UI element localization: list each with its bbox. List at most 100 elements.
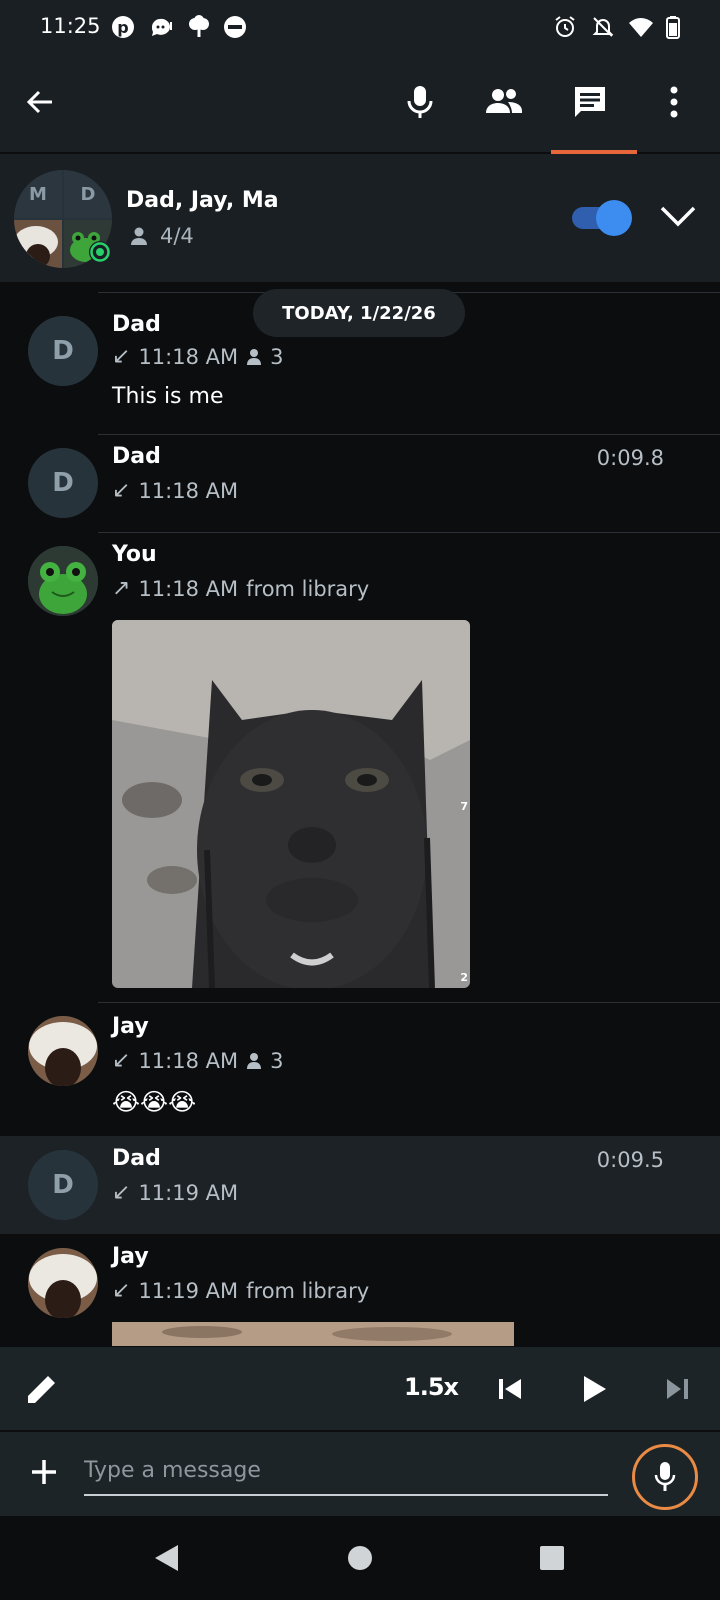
frog-avatar-icon — [28, 546, 98, 616]
avatar: D — [28, 316, 98, 386]
message-meta: ↗ 11:18 AM from library — [112, 576, 369, 601]
wifi-icon — [629, 18, 653, 37]
tree-icon — [189, 15, 209, 37]
conversation-toggle[interactable] — [572, 200, 632, 236]
jay-avatar-icon — [28, 1248, 98, 1318]
status-time: 11:25 — [40, 14, 101, 38]
message-input[interactable] — [84, 1450, 608, 1490]
tab-people[interactable] — [478, 76, 530, 128]
photo-attachment[interactable]: 7 2 — [112, 620, 470, 988]
pencil-icon — [28, 1376, 55, 1403]
message-meta: ↙ 11:19 AM from library — [112, 1278, 369, 1303]
add-attachment-icon[interactable] — [24, 1452, 64, 1492]
message-meta: ↙ 11:18 AM — [112, 478, 238, 503]
playback-bar: 1.5x — [0, 1346, 720, 1430]
do-not-disturb-icon — [224, 16, 246, 38]
photo-overlay-label: 7 — [460, 800, 468, 813]
people-icon — [486, 89, 522, 113]
microphone-icon — [654, 1462, 676, 1491]
playback-speed-button[interactable]: 1.5x — [404, 1373, 459, 1401]
avatar-initial-d: D — [64, 170, 112, 218]
conversation-header[interactable]: M D Dad, Jay, Ma 4/4 — [0, 154, 720, 282]
cat-photo-image — [112, 620, 470, 988]
skip-previous-icon — [499, 1379, 521, 1399]
message-item[interactable]: D Dad 0:09.5 ↙ 11:19 AM — [0, 1136, 720, 1234]
avatar — [28, 546, 98, 616]
message-time: 11:18 AM — [138, 576, 239, 601]
more-vert-icon — [670, 86, 678, 118]
avatar: D — [28, 1150, 98, 1220]
message-source: from library — [246, 1278, 370, 1303]
avatar: D — [28, 448, 98, 518]
play-icon — [584, 1376, 606, 1402]
outgoing-arrow-icon: ↗ — [112, 576, 131, 601]
message-time: 11:18 AM — [138, 344, 239, 369]
listener-count: 3 — [270, 1048, 284, 1073]
message-input-wrapper — [84, 1450, 608, 1496]
chevron-down-icon[interactable] — [656, 198, 700, 234]
person-icon — [131, 227, 147, 245]
message-time: 11:18 AM — [138, 1048, 239, 1073]
nav-recents-button[interactable] — [534, 1540, 570, 1576]
skip-previous-button[interactable] — [488, 1367, 532, 1411]
incoming-arrow-icon: ↙ — [112, 1048, 131, 1073]
member-count: 4/4 — [160, 224, 194, 248]
message-item[interactable]: Jay ↙ 11:19 AM from library — [0, 1234, 720, 1346]
message-sender: Dad — [112, 312, 161, 337]
nav-home-button[interactable] — [342, 1540, 378, 1576]
incoming-arrow-icon: ↙ — [112, 1278, 131, 1303]
avatar — [28, 1248, 98, 1318]
message-sender: You — [112, 542, 157, 567]
person-icon — [247, 1052, 262, 1069]
compose-bar — [0, 1432, 720, 1516]
microphone-icon — [407, 86, 433, 118]
avatar-initial-m: M — [14, 170, 62, 218]
bell-off-icon — [592, 17, 614, 37]
app-bar — [0, 54, 720, 152]
message-sender: Dad — [112, 1146, 161, 1171]
photo-attachment[interactable] — [112, 1322, 514, 1346]
jay-avatar-icon — [28, 1016, 98, 1086]
photo-preview-image — [112, 1322, 514, 1346]
message-sender: Jay — [112, 1244, 149, 1269]
chat-icon — [575, 87, 605, 117]
message-source: from library — [246, 576, 370, 601]
message-text: This is me — [112, 384, 224, 409]
tab-voice[interactable] — [394, 76, 446, 128]
incoming-arrow-icon: ↙ — [112, 478, 131, 503]
nav-recents-icon — [540, 1546, 564, 1570]
message-sender: Jay — [112, 1014, 149, 1039]
message-meta: ↙ 11:18 AM 3 — [112, 1048, 284, 1073]
message-item[interactable]: Jay ↙ 11:18 AM 3 😭😭😭 — [0, 1002, 720, 1134]
svg-text:p: p — [117, 18, 128, 37]
message-time: 11:19 AM — [138, 1180, 239, 1205]
skip-next-button[interactable] — [656, 1367, 700, 1411]
record-button[interactable] — [632, 1444, 698, 1510]
nav-back-button[interactable] — [148, 1540, 184, 1576]
incoming-arrow-icon: ↙ — [112, 344, 131, 369]
message-meta: ↙ 11:19 AM — [112, 1180, 238, 1205]
back-button[interactable] — [14, 76, 66, 128]
audio-duration: 0:09.8 — [596, 446, 664, 470]
pinterest-icon: p — [112, 16, 134, 38]
nav-back-icon — [155, 1545, 178, 1571]
tab-chat[interactable] — [564, 76, 616, 128]
message-meta: ↙ 11:18 AM 3 — [112, 344, 284, 369]
incoming-arrow-icon: ↙ — [112, 1180, 131, 1205]
photo-overlay-label: 2 — [460, 971, 468, 984]
back-arrow-icon — [26, 90, 52, 114]
message-time: 11:18 AM — [138, 478, 239, 503]
message-time: 11:19 AM — [138, 1278, 239, 1303]
battery-icon — [666, 16, 680, 39]
play-button[interactable] — [572, 1367, 616, 1411]
person-icon — [247, 348, 262, 365]
nav-home-icon — [348, 1546, 372, 1570]
message-item[interactable]: D Dad 0:09.8 ↙ 11:18 AM — [0, 434, 720, 532]
online-status-icon — [89, 241, 111, 263]
alarm-icon — [555, 16, 575, 37]
more-options-button[interactable] — [648, 76, 700, 128]
edit-button[interactable] — [20, 1367, 64, 1411]
date-chip: TODAY, 1/22/26 — [253, 289, 465, 337]
system-navigation-bar — [0, 1516, 720, 1600]
message-list[interactable]: D Dad ↙ 11:18 AM 3 This is me D Dad 0:09… — [0, 282, 720, 1346]
